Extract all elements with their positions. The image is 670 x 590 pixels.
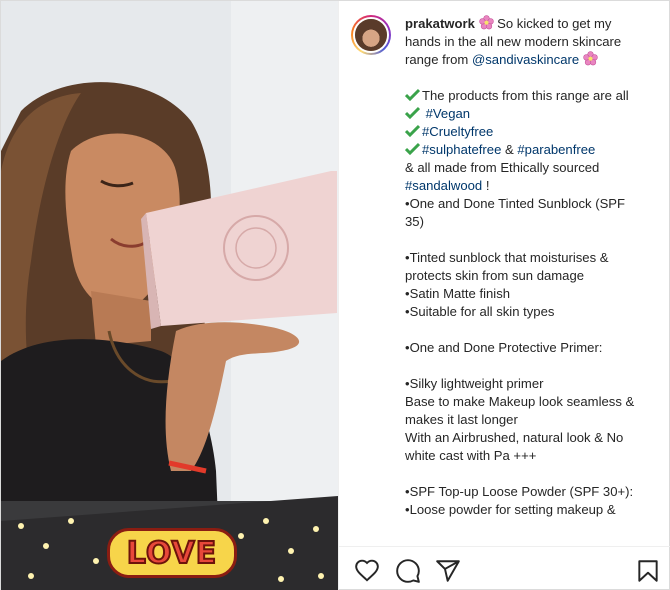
post-photo	[1, 1, 338, 590]
product1-bullet-1: •Tinted sunblock that moisturises & prot…	[405, 250, 609, 283]
caption-area[interactable]: prakatwork So kicked to get my hands in …	[339, 1, 670, 546]
caption-amp: &	[505, 142, 514, 157]
love-sticker-text: LOVE	[126, 535, 218, 572]
product3-title: •SPF Top-up Loose Powder (SPF 30+):	[405, 484, 634, 499]
product2-bullet-2: Base to make Makeup look seamless & make…	[405, 394, 635, 427]
check-icon	[404, 106, 421, 120]
comment-icon[interactable]	[395, 558, 421, 584]
flower-icon	[583, 51, 598, 67]
caption-text: prakatwork So kicked to get my hands in …	[404, 15, 641, 519]
product1-bullet-2: •Satin Matte finish	[405, 286, 511, 301]
hashtag-parabenfree[interactable]: #parabenfree	[517, 142, 595, 157]
username-link[interactable]: prakatwork	[405, 16, 475, 31]
hashtag-sandalwood[interactable]: #sandalwood	[405, 178, 482, 193]
product2-bullet-3: With an Airbrushed, natural look & No wh…	[405, 430, 624, 463]
caption-exclaim: !	[485, 178, 490, 193]
hashtag-vegan[interactable]: #Vegan	[426, 106, 470, 121]
paper-plane-icon[interactable]	[435, 558, 461, 584]
product3-bullet-1: •Loose powder for setting makeup &	[405, 502, 616, 517]
check-icon	[404, 88, 421, 102]
instagram-post: LOVE prakatwork So kicked to get my hand…	[0, 0, 670, 590]
product2-title: •One and Done Protective Primer:	[405, 340, 603, 355]
product2-bullet-1: •Silky lightweight primer	[405, 376, 544, 391]
love-sticker: LOVE	[107, 528, 237, 578]
hashtag-sulphatefree[interactable]: #sulphatefree	[422, 142, 501, 157]
heart-icon[interactable]	[354, 558, 380, 584]
check-icon	[404, 124, 421, 138]
flower-icon	[478, 15, 494, 31]
hashtag-crueltyfree[interactable]: #Crueltyfree	[422, 124, 493, 139]
check-icon	[404, 142, 421, 156]
product1-bullet-3: •Suitable for all skin types	[405, 304, 555, 319]
caption-products-line: The products from this range are all	[422, 88, 629, 103]
post-sidebar: prakatwork So kicked to get my hands in …	[338, 1, 670, 590]
post-media[interactable]: LOVE	[1, 1, 338, 590]
action-bar	[339, 546, 670, 590]
bookmark-icon[interactable]	[635, 558, 661, 584]
avatar[interactable]	[351, 15, 391, 55]
caption-sourced-line: & all made from Ethically sourced	[405, 160, 600, 175]
mention-link[interactable]: @sandivaskincare	[472, 52, 579, 67]
product1-title: •One and Done Tinted Sunblock (SPF 35)	[405, 196, 626, 229]
